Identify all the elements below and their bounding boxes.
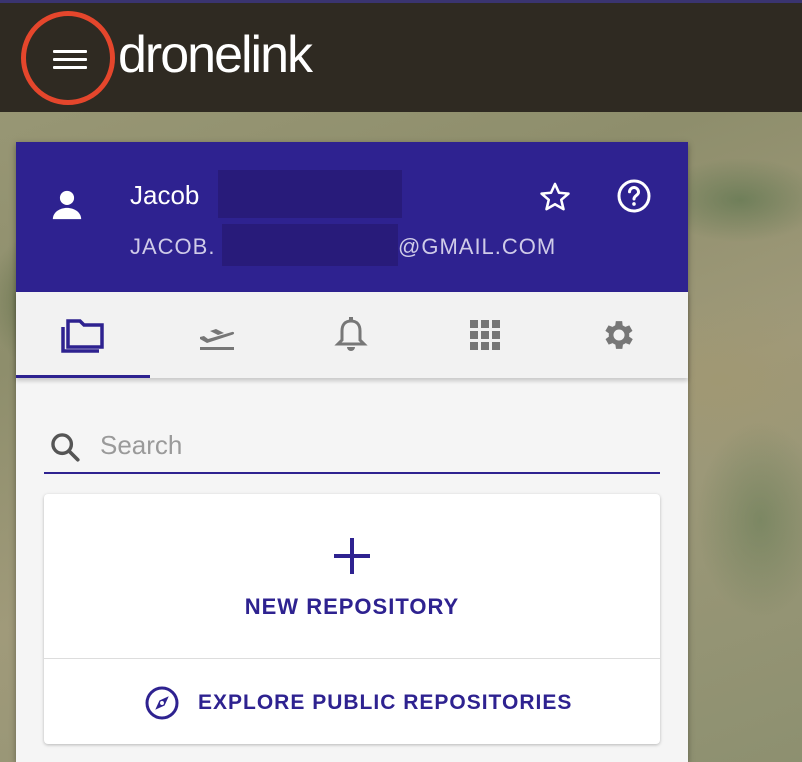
user-email-prefix: JACOB. bbox=[130, 234, 216, 259]
tab-bar bbox=[16, 292, 688, 378]
repository-actions-card: NEW REPOSITORY EXPLORE PUBLIC REPOSITORI… bbox=[44, 494, 660, 744]
bell-icon bbox=[334, 317, 368, 351]
hamburger-menu-icon[interactable] bbox=[53, 47, 89, 71]
tab-settings[interactable] bbox=[552, 292, 686, 378]
help-circle-icon[interactable] bbox=[616, 178, 652, 214]
top-app-bar: dronelink bbox=[0, 0, 802, 112]
search-icon bbox=[51, 433, 80, 462]
redacted-block bbox=[218, 170, 402, 218]
folders-icon bbox=[61, 319, 104, 353]
explore-public-repositories-button[interactable]: EXPLORE PUBLIC REPOSITORIES bbox=[44, 659, 660, 743]
user-name: Jacob bbox=[130, 180, 200, 210]
star-outline-icon[interactable] bbox=[538, 180, 572, 214]
search-input[interactable] bbox=[98, 426, 642, 464]
user-email-suffix: @GMAIL.COM bbox=[398, 234, 557, 259]
compass-icon bbox=[145, 686, 179, 720]
tab-repositories[interactable] bbox=[16, 292, 150, 378]
new-repository-label: NEW REPOSITORY bbox=[244, 594, 460, 619]
user-header: Jacob JACOB. @GMAIL.COM bbox=[16, 142, 688, 292]
app-logo: dronelink bbox=[118, 26, 313, 84]
airplane-takeoff-icon bbox=[200, 329, 235, 350]
apps-grid-icon bbox=[470, 320, 500, 350]
tab-apps[interactable] bbox=[418, 292, 552, 378]
search-field bbox=[44, 418, 660, 474]
side-panel: Jacob JACOB. @GMAIL.COM Search NEW REPOS… bbox=[16, 142, 688, 762]
tab-flights[interactable] bbox=[150, 292, 284, 378]
explore-public-repositories-label: EXPLORE PUBLIC REPOSITORIES bbox=[198, 691, 573, 714]
person-icon bbox=[52, 190, 82, 220]
gear-icon bbox=[605, 321, 633, 349]
active-tab-indicator bbox=[16, 375, 150, 378]
redacted-block bbox=[222, 224, 398, 266]
plus-icon bbox=[334, 538, 370, 574]
tab-notifications[interactable] bbox=[284, 292, 418, 378]
new-repository-button[interactable]: NEW REPOSITORY bbox=[44, 494, 660, 659]
